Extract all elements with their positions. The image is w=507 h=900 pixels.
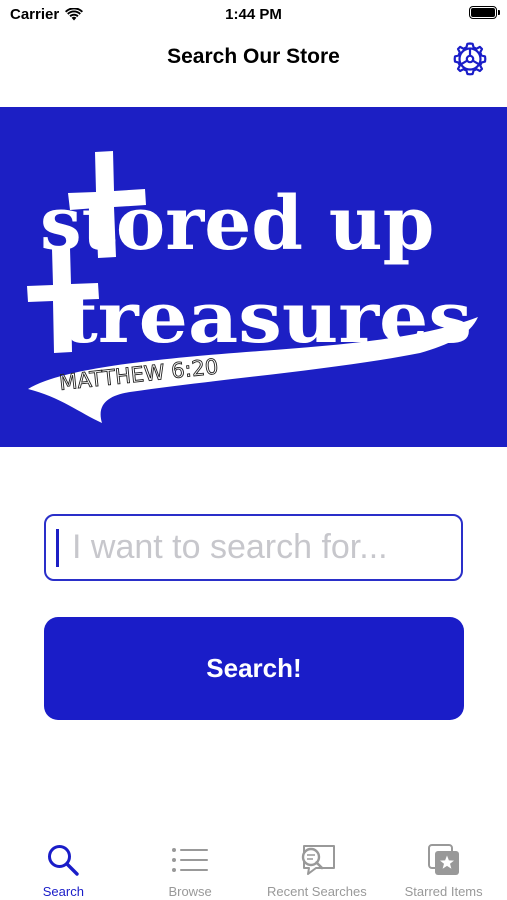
logo-line-2: treasures xyxy=(62,276,472,359)
store-logo-banner: stored up treasures MATTHEW 6:20 xyxy=(0,107,507,447)
search-button[interactable]: Search! xyxy=(44,617,464,720)
magnifier-icon xyxy=(48,845,80,876)
status-bar: Carrier 1:44 PM xyxy=(0,0,507,30)
store-logo: stored up treasures MATTHEW 6:20 xyxy=(27,151,478,423)
tab-label: Recent Searches xyxy=(267,884,367,899)
search-field[interactable] xyxy=(44,514,463,581)
search-input[interactable] xyxy=(46,516,461,579)
page-title: Search Our Store xyxy=(167,45,340,68)
tab-search[interactable]: Search xyxy=(0,830,127,900)
tab-label: Browse xyxy=(168,884,212,899)
tab-browse[interactable]: Browse xyxy=(127,830,254,900)
tab-bar: Search Browse Recent Searches Starred It… xyxy=(0,830,507,900)
tab-label: Starred Items xyxy=(404,884,483,899)
settings-button[interactable] xyxy=(453,42,487,76)
list-icon xyxy=(172,848,209,872)
tab-recent-searches[interactable]: Recent Searches xyxy=(254,830,381,900)
battery-icon xyxy=(469,6,500,19)
recent-search-icon xyxy=(301,845,335,875)
navigation-bar: Search Our Store xyxy=(0,30,507,86)
starred-items-icon xyxy=(427,844,459,875)
tab-starred-items[interactable]: Starred Items xyxy=(380,830,507,900)
tab-label: Search xyxy=(42,884,84,899)
status-time: 1:44 PM xyxy=(225,6,282,23)
gear-icon xyxy=(453,42,487,76)
logo-line-1: stored up xyxy=(40,181,434,267)
